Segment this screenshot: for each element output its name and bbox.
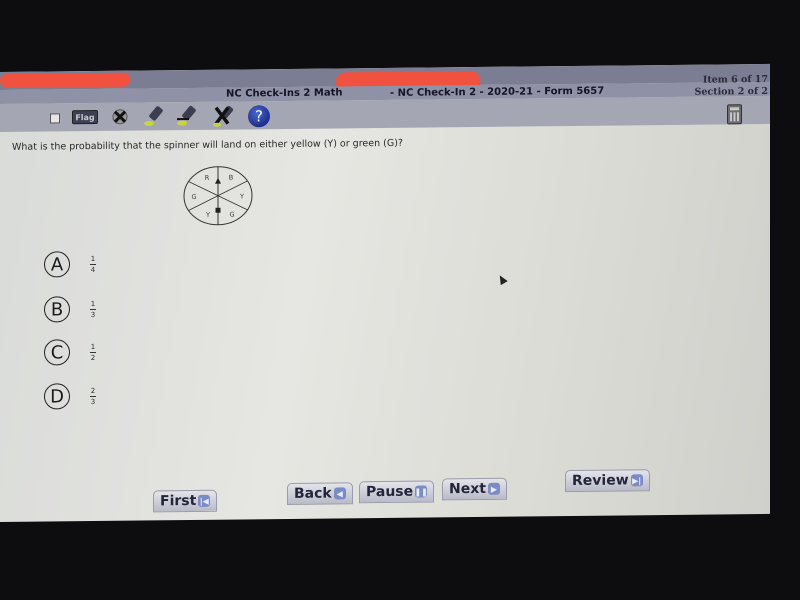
spinner-arrow <box>215 177 221 184</box>
spinner-label: Y <box>239 192 244 200</box>
calculator-button[interactable] <box>727 104 742 125</box>
choice-c[interactable]: C 12 <box>44 339 96 366</box>
spinner-label: G <box>191 193 196 201</box>
clear-eliminations-button[interactable] <box>212 104 238 128</box>
first-button[interactable]: First |◀ <box>153 489 218 513</box>
spinner-label: R <box>205 174 210 182</box>
question-text: What is the probability that the spinner… <box>12 137 403 153</box>
calculator-icon <box>730 107 739 111</box>
next-button[interactable]: Next ▶ <box>442 477 507 501</box>
item-counter: Item 6 of 17 <box>702 73 768 86</box>
answer-eliminator-button[interactable] <box>110 107 130 127</box>
flag-checkbox[interactable] <box>50 113 60 124</box>
choice-a[interactable]: A 14 <box>44 251 96 278</box>
question-mark-icon: ? <box>255 107 263 126</box>
back-button[interactable]: Back ◀ <box>287 482 353 505</box>
choice-letter[interactable]: B <box>44 296 70 323</box>
spinner-label: B <box>229 174 233 182</box>
spinner-label: G <box>229 211 234 219</box>
highlighter-button[interactable] <box>142 104 168 128</box>
eliminator-icon <box>112 109 128 125</box>
choice-b[interactable]: B 13 <box>44 296 96 323</box>
choice-letter[interactable]: A <box>44 251 70 278</box>
highlighter-icon <box>144 106 163 126</box>
spinner-diagram: R B Y G Y G <box>183 166 253 226</box>
fraction: 13 <box>90 299 96 319</box>
mouse-cursor <box>496 273 508 286</box>
highlighter-eraser-button[interactable] <box>175 104 201 128</box>
fraction: 14 <box>90 254 96 274</box>
item-info: Item 6 of 17 Section 2 of 2 <box>695 74 769 99</box>
pause-icon: ❚❚ <box>414 485 428 498</box>
clear-x-icon <box>213 105 234 127</box>
test-title: NC Check-Ins 2 Math <box>226 87 343 100</box>
help-button[interactable]: ? <box>248 105 270 128</box>
fraction: 23 <box>90 386 96 406</box>
first-icon: |◀ <box>198 494 211 507</box>
redacted-name <box>0 72 130 88</box>
spinner-label: Y <box>205 211 210 219</box>
choice-letter[interactable]: C <box>44 339 70 366</box>
choice-d[interactable]: D 23 <box>44 383 96 410</box>
review-button[interactable]: Review ▶| <box>565 469 650 493</box>
spinner-arrow-tail <box>215 207 221 213</box>
flag-button[interactable]: Flag <box>72 109 98 125</box>
test-form-title: - NC Check-In 2 - 2020-21 - Form 5657 <box>390 85 605 99</box>
highlighter-eraser-icon <box>177 105 196 126</box>
review-icon: ▶| <box>630 474 643 487</box>
choice-letter[interactable]: D <box>44 383 70 410</box>
back-arrow-icon: ◀ <box>333 487 346 500</box>
pause-button[interactable]: Pause ❚❚ <box>359 480 435 504</box>
fraction: 12 <box>90 342 96 362</box>
next-arrow-icon: ▶ <box>487 482 500 495</box>
test-window: NC Check-Ins 2 Math - NC Check-In 2 - 20… <box>0 63 770 523</box>
